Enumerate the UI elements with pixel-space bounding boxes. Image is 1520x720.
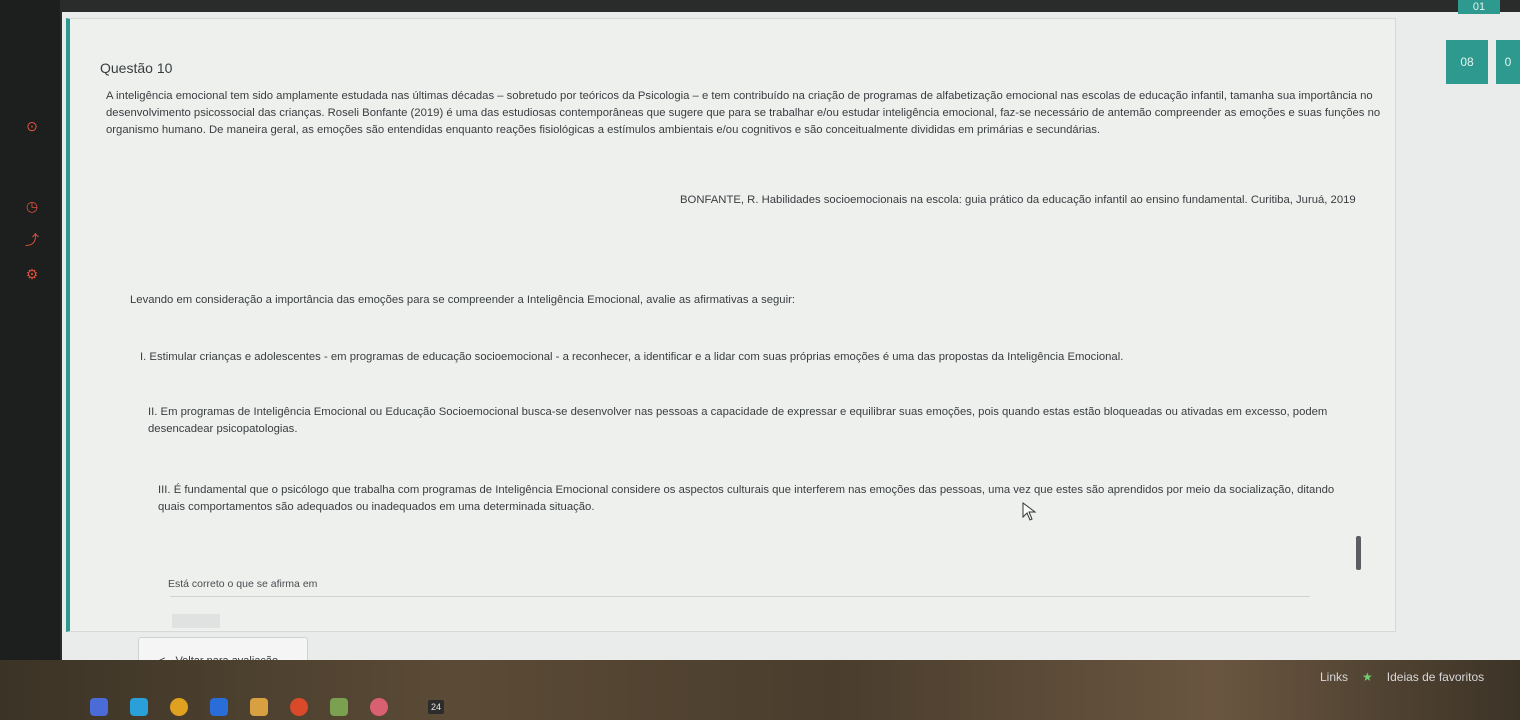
- statement-3: III. É fundamental que o psicólogo que t…: [158, 484, 1335, 513]
- app-icon-pink[interactable]: [370, 698, 388, 716]
- answer-option-placeholder[interactable]: [172, 614, 220, 628]
- app-icon-blue[interactable]: [90, 698, 108, 716]
- taskbar: [60, 694, 1520, 720]
- clock-icon[interactable]: ◷: [24, 198, 40, 214]
- share-icon[interactable]: ⤴: [24, 232, 40, 248]
- settings-icon[interactable]: ⚙: [24, 266, 40, 282]
- app-icon-red[interactable]: [290, 698, 308, 716]
- scrollbar-thumb[interactable]: [1356, 536, 1361, 570]
- favorites-label[interactable]: Ideias de favoritos: [1387, 670, 1484, 684]
- app-icon-lightblue[interactable]: [130, 698, 148, 716]
- app-icon-green[interactable]: [330, 698, 348, 716]
- statement-2: II. Em programas de Inteligência Emocion…: [148, 406, 1328, 435]
- left-rail: [0, 0, 60, 720]
- question-paragraph: A inteligência emocional tem sido amplam…: [106, 90, 1381, 136]
- question-number-08[interactable]: 08: [1446, 40, 1488, 84]
- statement-1: I. Estimular crianças e adolescentes - e…: [140, 351, 1124, 363]
- bookmarks-bar: Links ★ Ideias de favoritos: [1320, 664, 1520, 690]
- question-number-01[interactable]: 01: [1458, 0, 1500, 14]
- question-number-next[interactable]: 0: [1496, 40, 1520, 84]
- instruction: Levando em consideração a importância da…: [130, 294, 795, 306]
- outlook-icon[interactable]: [210, 698, 228, 716]
- star-icon: ★: [1362, 670, 1373, 684]
- answer-prompt: Está correto o que se afirma em: [168, 578, 318, 590]
- question-title: Questão 10: [100, 60, 173, 76]
- folder-icon[interactable]: [250, 698, 268, 716]
- citation: BONFANTE, R. Habilidades socioemocionais…: [680, 194, 1356, 206]
- answer-divider: [170, 578, 1310, 597]
- notification-badge: 24: [428, 700, 444, 714]
- mouse-cursor-icon: [1022, 502, 1037, 521]
- chrome-icon[interactable]: [170, 698, 188, 716]
- circle-arrow-icon[interactable]: ⊙: [24, 118, 40, 134]
- links-label[interactable]: Links: [1320, 670, 1348, 684]
